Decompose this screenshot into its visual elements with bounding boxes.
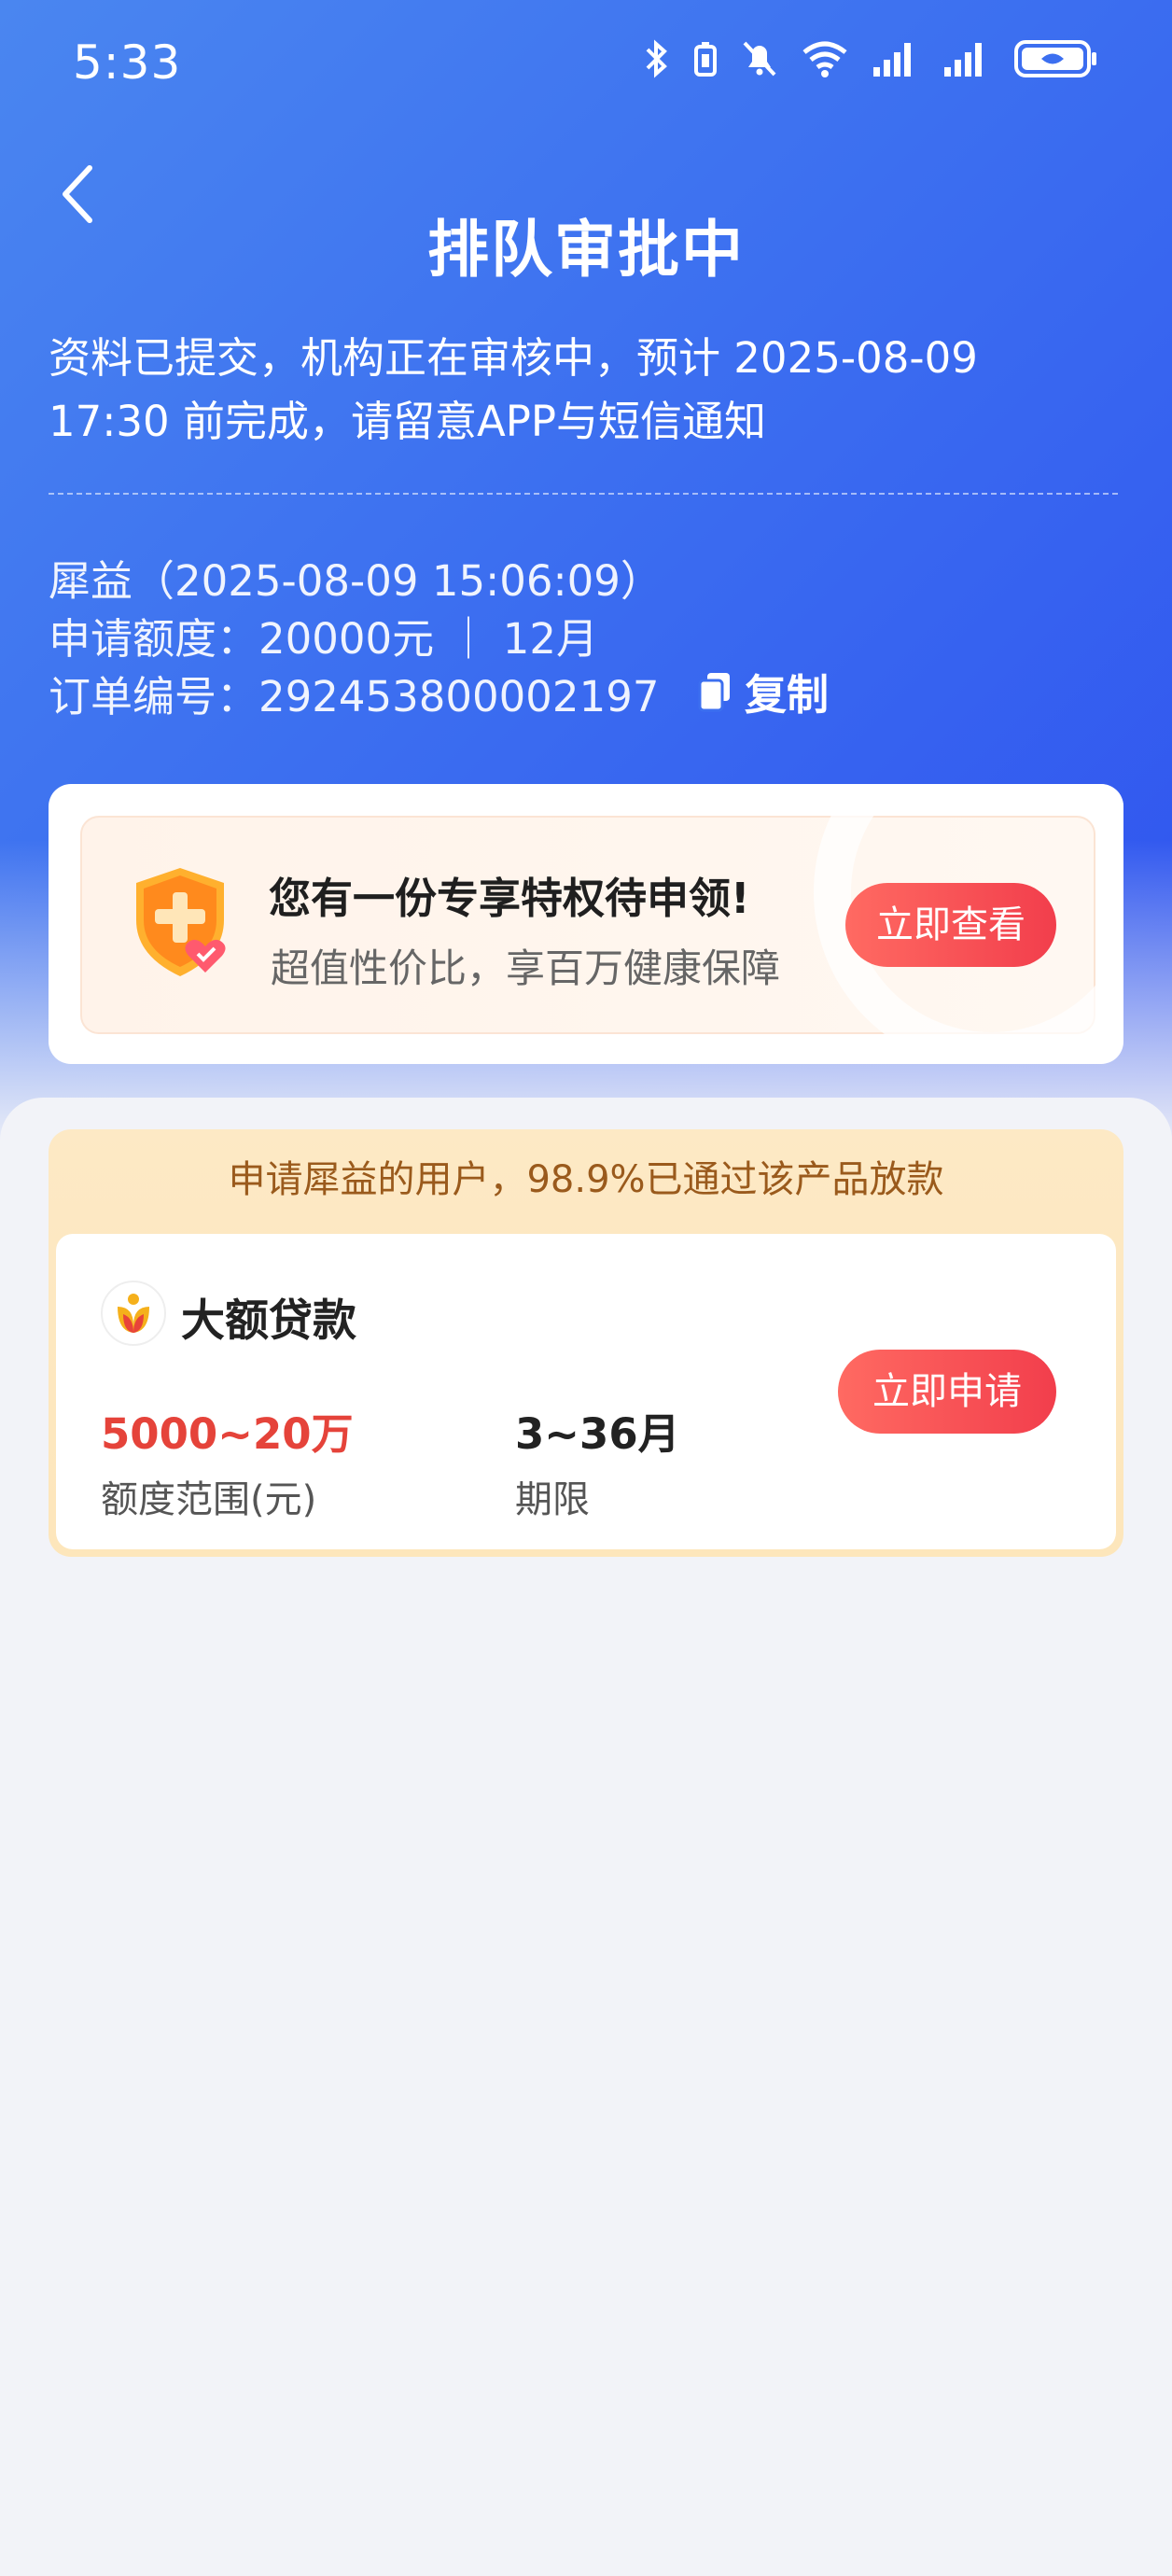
order-amount-line: 申请额度：20000元 ｜ 12月 — [49, 614, 599, 664]
copy-icon — [698, 672, 730, 711]
order-number-line: 订单编号：292453800002197 — [49, 672, 660, 721]
wifi-icon — [802, 41, 847, 77]
promo-title: 您有一份专享特权待申领! — [269, 874, 750, 923]
battery-saver-icon — [694, 42, 717, 77]
description-line-2: 17:30 前完成，请留意APP与短信通知 — [49, 397, 767, 446]
view-now-button[interactable]: 立即查看 — [845, 883, 1056, 967]
copy-label: 复制 — [745, 670, 830, 720]
page-title: 排队审批中 — [427, 214, 745, 286]
term-label: 期限 — [515, 1478, 590, 1521]
product-name: 大额贷款 — [181, 1295, 356, 1347]
description-line-1: 资料已提交，机构正在审核中，预计 2025-08-09 — [49, 333, 978, 383]
amount-range-value: 5000~20万 — [101, 1409, 354, 1459]
mute-bell-icon — [743, 41, 776, 77]
apply-now-button[interactable]: 立即申请 — [838, 1350, 1056, 1434]
status-description: 资料已提交，机构正在审核中，预计 2025-08-09 17:30 前完成，请留… — [49, 327, 1122, 454]
product-card: 申请犀益的用户，98.9%已通过该产品放款 大额贷款 5000~20万 额度范围… — [49, 1129, 1123, 1557]
amount-range-label: 额度范围(元) — [101, 1478, 317, 1521]
promo-card-inner[interactable]: 您有一份专享特权待申领! 超值性价比，享百万健康保障 立即查看 — [80, 784, 1123, 1064]
approval-banner: 申请犀益的用户，98.9%已通过该产品放款 — [228, 1158, 944, 1201]
order-name-line: 犀益（2025-08-09 15:06:09） — [49, 556, 663, 606]
status-bar: 5:33 — [0, 0, 1172, 131]
status-icons — [644, 39, 1099, 78]
product-logo-icon — [101, 1281, 166, 1346]
product-card-body[interactable]: 大额贷款 5000~20万 额度范围(元) 3~36月 期限 立即申请 — [56, 1234, 1116, 1549]
term-value: 3~36月 — [515, 1409, 680, 1459]
promo-card: 您有一份专享特权待申领! 超值性价比，享百万健康保障 立即查看 — [49, 784, 1123, 1064]
signal-icon — [873, 43, 911, 77]
shield-heart-icon — [136, 868, 226, 976]
bluetooth-icon — [646, 39, 667, 78]
promo-subtitle: 超值性价比，享百万健康保障 — [271, 945, 781, 991]
divider — [49, 493, 1118, 495]
status-time: 5:33 — [73, 35, 182, 90]
copy-button[interactable]: 复制 — [698, 661, 829, 721]
signal-icon-2 — [944, 43, 982, 77]
battery-icon — [1014, 40, 1096, 77]
